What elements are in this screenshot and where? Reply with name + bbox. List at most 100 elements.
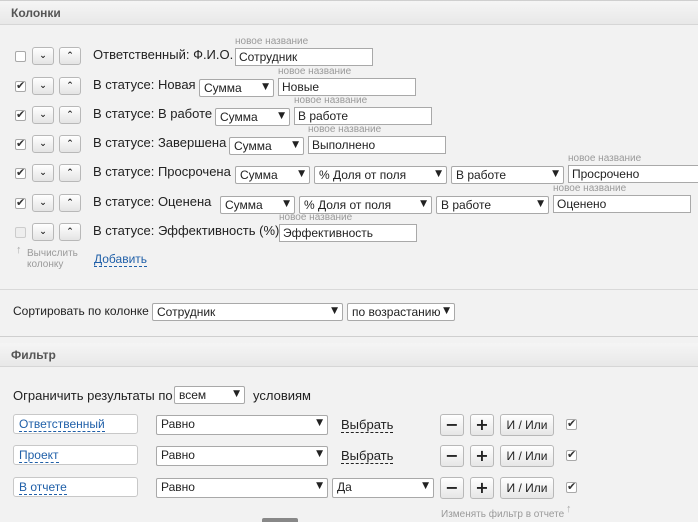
base-field-value: В работе [441,198,492,212]
column-checkbox[interactable] [15,166,26,179]
aggregate-value: Сумма [234,139,272,153]
filter-field[interactable]: В отчете [13,477,138,497]
column-name-input[interactable]: В работе [294,107,432,125]
filter-field-label: Проект [19,448,59,463]
add-condition-button[interactable]: + [470,414,494,436]
column-name-input[interactable]: Новые [278,78,416,96]
add-condition-button[interactable]: + [470,445,494,467]
column-checkbox[interactable] [15,79,26,92]
filter-footer-hint: Изменять фильтр в отчете [441,509,565,520]
filter-operator-select[interactable]: Равно ▼ [156,415,328,435]
condition-enabled-checkbox[interactable] [566,417,577,430]
filter-section-header: Фильтр [0,343,698,367]
condition-enabled-checkbox[interactable] [566,480,577,493]
move-down-button[interactable]: ⌄ [32,194,54,212]
chevron-down-icon: ▼ [552,169,559,179]
remove-condition-button[interactable]: − [440,445,464,467]
chevron-down-icon: ▼ [435,169,442,179]
column-label: В статусе: Завершена [93,135,227,150]
move-up-button[interactable]: ⌃ [59,135,81,153]
move-up-button[interactable]: ⌃ [59,47,81,65]
and-or-button[interactable]: И / Или [500,477,554,499]
chevron-down-icon: ▼ [262,82,269,92]
filter-operator-value: Равно [161,480,195,494]
column-checkbox[interactable] [15,51,26,62]
chevron-down-icon: ▼ [298,169,305,179]
filter-field-label: В отчете [19,480,67,495]
move-down-button[interactable]: ⌄ [32,135,54,153]
add-condition-button[interactable]: + [470,477,494,499]
aggregate-select[interactable]: Сумма ▼ [199,79,274,97]
aggregate-value: Сумма [240,168,278,182]
filter-choose-link[interactable]: Выбрать [341,448,394,464]
sort-label: Сортировать по колонке [13,304,149,318]
aggregate-select[interactable]: Сумма ▼ [215,108,290,126]
chevron-down-icon: ▼ [316,449,323,459]
and-or-button[interactable]: И / Или [500,445,554,467]
column-checkbox[interactable] [15,108,26,121]
column-name-input[interactable]: Выполнено [308,136,446,154]
chevron-down-icon: ▼ [420,199,427,209]
column-name-input[interactable]: Сотрудник [235,48,373,66]
column-checkbox[interactable] [15,227,26,238]
move-up-button[interactable]: ⌃ [59,77,81,95]
move-down-button[interactable]: ⌄ [32,47,54,65]
chevron-down-icon: ▼ [316,418,323,428]
new-name-hint: новое название [278,66,352,77]
column-label: В статусе: Оценена [93,194,212,209]
chevron-down-icon: ▼ [537,199,544,209]
remove-condition-button[interactable]: − [440,477,464,499]
divider [0,289,698,290]
column-label: В статусе: Новая [93,77,196,92]
remove-condition-button[interactable]: − [440,414,464,436]
sort-order-select[interactable]: по возрастанию ▼ [347,303,455,321]
sort-column-select[interactable]: Сотрудник ▼ [152,303,343,321]
new-name-hint: новое название [294,95,368,106]
move-down-button[interactable]: ⌄ [32,106,54,124]
and-or-button[interactable]: И / Или [500,414,554,436]
column-name-input[interactable]: Оценено [553,195,691,213]
mode-value: % Доля от поля [304,198,392,212]
resize-handle[interactable] [262,518,298,522]
aggregate-select[interactable]: Сумма ▼ [235,166,310,184]
move-down-button[interactable]: ⌄ [32,223,54,241]
move-down-button[interactable]: ⌄ [32,77,54,95]
columns-section-header: Колонки [0,1,698,25]
filter-operator-select[interactable]: Равно ▼ [156,446,328,466]
move-up-button[interactable]: ⌃ [59,164,81,182]
column-label: В статусе: Эффективность (%) [93,223,280,238]
chevron-down-icon: ▼ [422,481,429,491]
filter-choose-link[interactable]: Выбрать [341,417,394,433]
base-field-select[interactable]: В работе ▼ [451,166,564,184]
move-up-button[interactable]: ⌃ [59,106,81,124]
new-name-hint: новое название [308,124,382,135]
move-down-button[interactable]: ⌄ [32,164,54,182]
limit-label: Ограничить результаты по [13,388,173,403]
filter-field[interactable]: Ответственный [13,414,138,434]
base-field-select[interactable]: В работе ▼ [436,196,549,214]
chevron-down-icon: ▼ [331,306,338,316]
column-name-input[interactable]: Просрочено [568,165,698,183]
column-label: В статусе: Просрочена [93,164,231,179]
filter-operator-select[interactable]: Равно ▼ [156,478,328,498]
aggregate-select[interactable]: Сумма ▼ [229,137,304,155]
column-name-input[interactable]: Эффективность [279,224,417,242]
base-field-value: В работе [456,168,507,182]
condition-enabled-checkbox[interactable] [566,448,577,461]
column-label: В статусе: В работе [93,106,213,121]
mode-select[interactable]: % Доля от поля ▼ [314,166,447,184]
column-checkbox[interactable] [15,137,26,150]
divider [0,336,698,337]
column-checkbox[interactable] [15,196,26,209]
filter-operator-value: Равно [161,448,195,462]
limit-select[interactable]: всем ▼ [174,386,245,404]
move-up-button[interactable]: ⌃ [59,223,81,241]
filter-value-select[interactable]: Да ▼ [332,478,434,498]
limit-value: всем [179,388,207,402]
move-up-button[interactable]: ⌃ [59,194,81,212]
sort-order-value: по возрастанию [352,305,441,319]
add-column-link[interactable]: Добавить [94,252,148,267]
filter-field[interactable]: Проект [13,445,138,465]
chevron-down-icon: ▼ [292,140,299,150]
sort-column-value: Сотрудник [157,305,216,319]
